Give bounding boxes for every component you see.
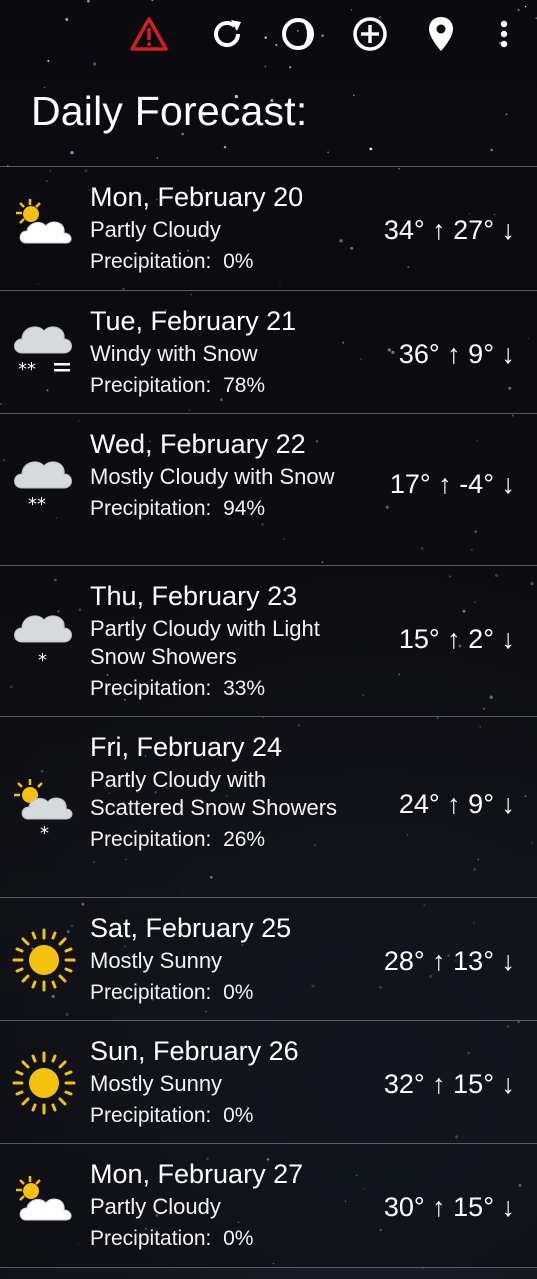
star [353, 94, 355, 96]
star [70, 151, 74, 155]
forecast-row[interactable]: Sun, February 26 Mostly Sunny Precipitat… [0, 1020, 537, 1143]
partly-cloudy-icon [10, 1170, 78, 1238]
location-pin-icon[interactable] [419, 12, 463, 56]
forecast-date: Sun, February 26 [90, 1036, 299, 1066]
forecast-temps: 32° ↑ 15° ↓ [383, 1069, 515, 1099]
forecast-condition: Partly Cloudy [90, 1194, 221, 1219]
star [327, 151, 329, 154]
forecast-temps: 15° ↑ 2° ↓ [398, 624, 515, 654]
forecast-condition: Mostly Cloudy with Snow [90, 464, 335, 489]
forecast-precipitation: Precipitation: 0% [90, 981, 254, 1004]
forecast-row[interactable]: Mon, February 20 Partly Cloudy Precipita… [0, 166, 537, 290]
forecast-date: Mon, February 27 [90, 1159, 304, 1189]
forecast-date: Wed, February 22 [90, 429, 306, 459]
star [223, 145, 227, 149]
sun-icon [10, 1049, 78, 1117]
svg-text:*: * [38, 650, 47, 671]
star [369, 147, 373, 151]
forecast-temps: 17° ↑ -4° ↓ [389, 469, 515, 499]
star [505, 113, 508, 116]
toolbar [0, 0, 537, 70]
page-title: Daily Forecast: [31, 88, 308, 134]
forecast-list: Mon, February 20 Partly Cloudy Precipita… [0, 166, 537, 1268]
star [156, 157, 159, 159]
forecast-precipitation: Precipitation: 0% [90, 1104, 254, 1127]
forecast-condition: Mostly Sunny [90, 948, 223, 973]
forecast-condition: Partly Cloudy [90, 217, 221, 242]
forecast-date: Thu, February 23 [90, 581, 298, 611]
windy-snow-icon: ** [10, 315, 78, 383]
svg-text:**: ** [28, 494, 46, 515]
cloud-snow-icon: ** [10, 450, 78, 518]
forecast-temps: 24° ↑ 9° ↓ [398, 789, 515, 819]
forecast-precipitation: Precipitation: 78% [90, 374, 266, 397]
forecast-temps: 34° ↑ 27° ↓ [383, 215, 515, 245]
partly-cloudy-icon [10, 193, 78, 261]
cloud-light-snow-icon: * [10, 604, 78, 672]
forecast-date: Tue, February 21 [90, 306, 297, 336]
forecast-condition: Windy with Snow [90, 341, 258, 366]
sun-cloud-snow-icon: * [10, 775, 78, 844]
forecast-precipitation: Precipitation: 26% [90, 828, 266, 851]
forecast-date: Sat, February 25 [90, 913, 292, 943]
more-options-icon[interactable] [482, 12, 526, 56]
forecast-precipitation: Precipitation: 0% [90, 1227, 254, 1250]
forecast-date: Fri, February 24 [90, 732, 283, 762]
sun-icon [10, 926, 78, 994]
forecast-precipitation: Precipitation: 0% [90, 250, 254, 273]
forecast-row[interactable]: Mon, February 27 Partly Cloudy Precipita… [0, 1143, 537, 1268]
forecast-row[interactable]: * Thu, February 23 Partly Cloudy with Li… [0, 565, 537, 716]
star [490, 148, 494, 152]
forecast-row[interactable]: Sat, February 25 Mostly Sunny Precipitat… [0, 897, 537, 1020]
forecast-temps: 30° ↑ 15° ↓ [383, 1192, 515, 1222]
svg-text:**: ** [18, 359, 36, 380]
forecast-temps: 36° ↑ 9° ↓ [398, 339, 515, 369]
forecast-condition: Partly Cloudy with Light Snow Showers [90, 616, 320, 669]
forecast-precipitation: Precipitation: 33% [90, 677, 266, 700]
forecast-date: Mon, February 20 [90, 182, 304, 212]
forecast-temps: 28° ↑ 13° ↓ [383, 946, 515, 976]
add-location-icon[interactable] [348, 12, 392, 56]
forecast-precipitation: Precipitation: 94% [90, 497, 266, 520]
theme-icon[interactable] [276, 12, 320, 56]
refresh-icon[interactable] [205, 12, 249, 56]
forecast-row[interactable]: * Fri, February 24 Partly Cloudy with Sc… [0, 716, 537, 897]
alert-icon[interactable] [127, 12, 171, 56]
forecast-row[interactable]: ** Tue, February 21 Windy with Snow Prec… [0, 290, 537, 413]
svg-text:*: * [40, 823, 49, 843]
forecast-condition: Mostly Sunny [90, 1071, 223, 1096]
forecast-condition: Partly Cloudy with Scattered Snow Shower… [90, 767, 338, 820]
forecast-row[interactable]: ** Wed, February 22 Mostly Cloudy with S… [0, 413, 537, 565]
